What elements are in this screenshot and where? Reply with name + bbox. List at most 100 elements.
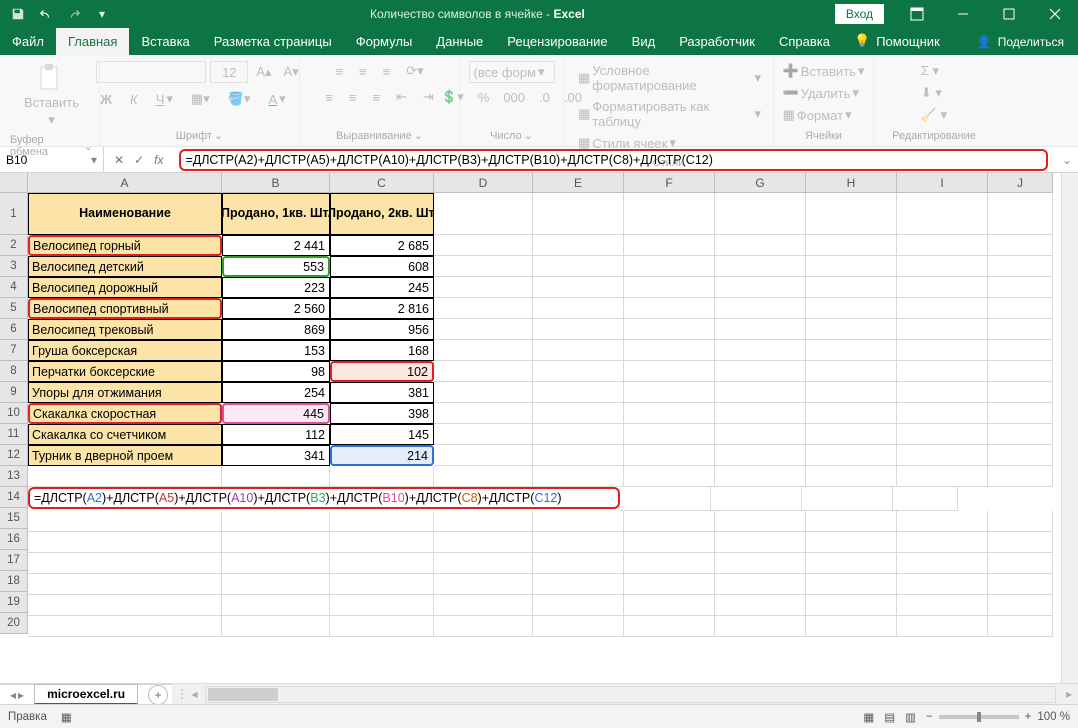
col-header[interactable]: F (624, 173, 715, 193)
row-header[interactable]: 15 (0, 508, 28, 529)
cell[interactable] (434, 298, 533, 319)
cond-format-button[interactable]: ▦ Условное форматирование ▾ (574, 61, 765, 95)
row-header[interactable]: 5 (0, 298, 28, 319)
cell[interactable] (806, 319, 897, 340)
cell[interactable] (988, 532, 1053, 553)
cell[interactable] (434, 511, 533, 532)
font-family[interactable] (96, 61, 206, 83)
underline-icon[interactable]: Ч ▾ (152, 89, 177, 109)
tab-формулы[interactable]: Формулы (344, 28, 425, 55)
cell[interactable] (897, 532, 988, 553)
cell[interactable] (988, 256, 1053, 277)
cell[interactable] (434, 340, 533, 361)
select-all-corner[interactable] (0, 173, 28, 193)
cell[interactable] (988, 574, 1053, 595)
cell[interactable] (715, 553, 806, 574)
cell[interactable] (897, 616, 988, 637)
data-cell[interactable]: 608 (330, 256, 434, 277)
undo-icon[interactable] (34, 2, 58, 26)
cell[interactable] (711, 487, 802, 511)
cell[interactable] (715, 616, 806, 637)
col-header[interactable]: C (330, 173, 434, 193)
align-left-icon[interactable]: ≡ (321, 87, 337, 107)
indent-dec-icon[interactable]: ⇤ (392, 87, 411, 107)
row-header[interactable]: 19 (0, 592, 28, 613)
zoom-level[interactable]: 100 % (1037, 711, 1070, 723)
row-header[interactable]: 1 (0, 193, 28, 235)
cell[interactable] (897, 298, 988, 319)
cell[interactable] (897, 235, 988, 256)
col-header[interactable]: B (222, 173, 330, 193)
cell[interactable] (624, 532, 715, 553)
cell[interactable] (897, 574, 988, 595)
tab-справка[interactable]: Справка (767, 28, 842, 55)
comma-icon[interactable]: 000 (499, 87, 529, 107)
cell[interactable] (533, 532, 624, 553)
name-cell[interactable]: Велосипед горный (28, 235, 222, 256)
percent-icon[interactable]: % (474, 87, 494, 107)
cell[interactable] (624, 424, 715, 445)
cell[interactable] (715, 403, 806, 424)
cell[interactable] (897, 319, 988, 340)
data-cell[interactable]: 2 685 (330, 235, 434, 256)
cell[interactable] (806, 235, 897, 256)
cell[interactable] (533, 445, 624, 466)
italic-icon[interactable]: К (126, 89, 142, 109)
paste-button[interactable]: Вставить ▾ (20, 61, 83, 130)
row-header[interactable]: 8 (0, 361, 28, 382)
row-header[interactable]: 11 (0, 424, 28, 445)
cell[interactable] (28, 595, 222, 616)
tab-вставка[interactable]: Вставка (129, 28, 201, 55)
cell[interactable] (533, 403, 624, 424)
cell[interactable] (434, 235, 533, 256)
tab-файл[interactable]: Файл (0, 28, 56, 55)
row-header[interactable]: 14 (0, 487, 28, 508)
cell[interactable] (434, 424, 533, 445)
data-cell[interactable]: 112 (222, 424, 330, 445)
cell[interactable] (330, 574, 434, 595)
data-cell[interactable]: 553 (222, 256, 330, 277)
header-cell[interactable]: Продано, 2кв. Шт. (330, 193, 434, 235)
row-header[interactable]: 6 (0, 319, 28, 340)
cell[interactable] (624, 382, 715, 403)
cell[interactable] (624, 235, 715, 256)
cell-styles-button[interactable]: ▦ Стили ячеек ▾ (574, 133, 680, 153)
cell[interactable] (806, 361, 897, 382)
cell[interactable] (897, 403, 988, 424)
cell[interactable] (28, 532, 222, 553)
cell[interactable] (715, 193, 806, 235)
name-cell[interactable]: Велосипед трековый (28, 319, 222, 340)
grow-font-icon[interactable]: A▴ (252, 61, 275, 83)
cell[interactable] (222, 616, 330, 637)
cell[interactable] (806, 574, 897, 595)
cell[interactable] (715, 340, 806, 361)
cell[interactable] (806, 616, 897, 637)
data-cell[interactable]: 869 (222, 319, 330, 340)
data-cell[interactable]: 445 (222, 403, 330, 424)
data-cell[interactable]: 398 (330, 403, 434, 424)
row-header[interactable]: 3 (0, 256, 28, 277)
row-header[interactable]: 4 (0, 277, 28, 298)
number-format[interactable]: (все форм▾ (469, 61, 555, 83)
redo-icon[interactable] (62, 2, 86, 26)
cell[interactable] (897, 511, 988, 532)
cell[interactable] (806, 382, 897, 403)
cell[interactable] (806, 193, 897, 235)
sheet-prev-icon[interactable]: ◂ (10, 688, 16, 702)
save-icon[interactable] (6, 2, 30, 26)
format-button[interactable]: ▦ Формат ▾ (779, 105, 856, 125)
col-header[interactable]: E (533, 173, 624, 193)
tab-разработчик[interactable]: Разработчик (667, 28, 767, 55)
cell[interactable] (222, 553, 330, 574)
cell[interactable] (715, 445, 806, 466)
cell[interactable] (988, 511, 1053, 532)
cell[interactable] (28, 511, 222, 532)
spreadsheet-grid[interactable]: ABCDEFGHIJ 12345678910111213141516171819… (0, 173, 1078, 683)
tab-вид[interactable]: Вид (620, 28, 668, 55)
header-cell[interactable]: Продано, 1кв. Шт. (222, 193, 330, 235)
cell[interactable] (533, 193, 624, 235)
col-header[interactable]: G (715, 173, 806, 193)
cell[interactable] (806, 532, 897, 553)
data-cell[interactable]: 2 816 (330, 298, 434, 319)
share-button[interactable]: 👤Поделиться (963, 29, 1078, 55)
